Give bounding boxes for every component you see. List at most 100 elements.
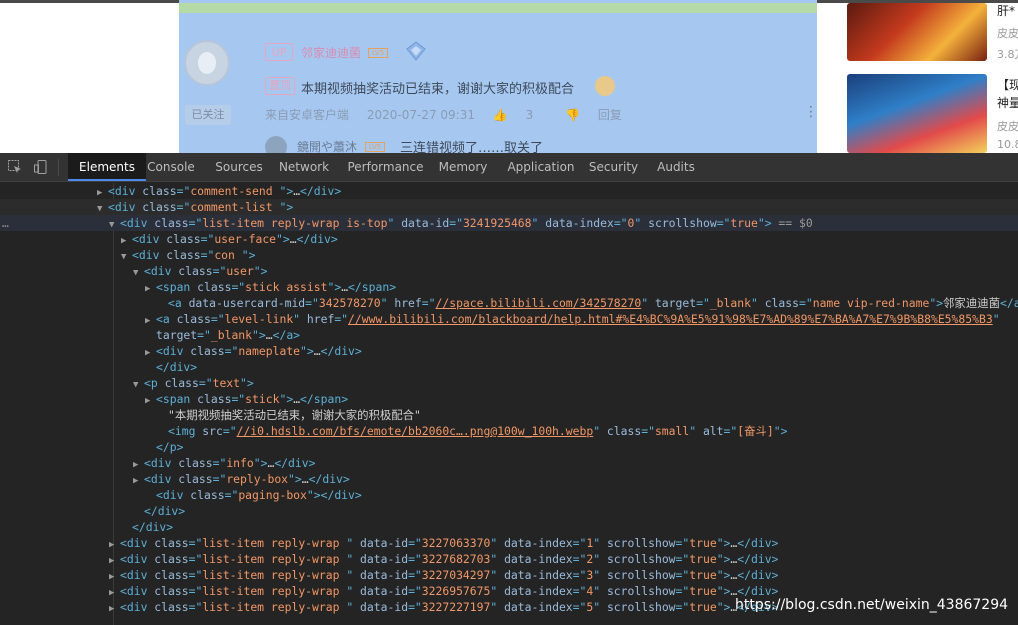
tab-audits[interactable]: Audits — [647, 153, 705, 181]
code-token: "> — [279, 200, 294, 214]
code-token: stick assist — [245, 280, 328, 294]
recommend-title[interactable]: 【现 — [997, 76, 1018, 93]
dom-node-line[interactable]: ▶ <div class="info">…</div> — [0, 455, 1018, 471]
code-token: _blank — [210, 328, 253, 342]
dom-node-line[interactable]: "本期视频抽奖活动已结束，谢谢大家的积极配合" — [0, 407, 1018, 423]
inspect-element-icon[interactable] — [7, 159, 23, 175]
code-token: <div — [108, 200, 143, 214]
code-token: _blank — [709, 296, 751, 310]
reply-username[interactable]: 鏡開や蕭沐 — [297, 138, 357, 153]
dom-node-line[interactable]: ▶ <div class="reply-box">…</div> — [0, 471, 1018, 487]
reply-avatar[interactable] — [265, 136, 287, 153]
code-token: " — [346, 568, 361, 582]
code-token[interactable]: //i0.hdslb.com/bfs/emote/bb2060c….png@10… — [237, 424, 594, 438]
tab-memory[interactable]: Memory — [432, 153, 494, 181]
code-token: =" — [188, 568, 203, 582]
code-token: list-item reply-wrap — [202, 536, 347, 550]
tab-console[interactable]: Console — [138, 153, 204, 181]
dom-node-line[interactable]: ▶ <span class="stick assist">…</span> — [0, 279, 1018, 295]
code-token: =" — [188, 584, 203, 598]
code-token: 邻家迪迪菌 — [943, 296, 1000, 310]
tab-application[interactable]: Application — [496, 153, 586, 181]
dom-node-selected[interactable]: … ▼ <div class="list-item reply-wrap is-to… — [0, 215, 1018, 231]
code-token: " — [593, 584, 607, 598]
code-token: "本期视频抽奖活动已结束，谢谢大家的积极配合" — [168, 408, 421, 422]
code-token: name vip-red-name — [812, 296, 930, 310]
more-options-icon[interactable]: ⋮ — [804, 104, 818, 120]
dom-node-line[interactable]: ▶ <div class="list-item reply-wrap " data… — [0, 535, 1018, 551]
tab-sources[interactable]: Sources — [206, 153, 272, 181]
code-token: data-id — [360, 552, 409, 566]
code-token: =" — [675, 568, 690, 582]
dom-node-line[interactable]: ▶ <div class="list-item reply-wrap " data… — [0, 567, 1018, 583]
dom-node-line[interactable]: </div> — [0, 519, 1018, 535]
code-token: =" — [210, 312, 225, 326]
username-link[interactable]: 邻家迪迪菌 — [301, 44, 361, 61]
follow-button[interactable]: 已关注 — [185, 105, 231, 125]
dom-node-line[interactable]: <div class="paging-box"></div> — [0, 487, 1018, 503]
dom-node-line[interactable]: <img src="//i0.hdslb.com/bfs/emote/bb206… — [0, 423, 1018, 439]
user-avatar[interactable] — [184, 40, 230, 86]
dom-node-line[interactable]: ▼ <div class="comment-list "> — [0, 199, 1018, 215]
code-token: scrollshow — [606, 536, 676, 550]
dom-node-line[interactable]: ▼ <p class="text"> — [0, 375, 1018, 391]
dom-node-line[interactable]: ▶ <div class="comment-send ">…</div> — [0, 183, 1018, 199]
dom-node-line[interactable]: ▶ <div class="nameplate">…</div> — [0, 343, 1018, 359]
dom-node-line[interactable]: </p> — [0, 439, 1018, 455]
dom-node-line[interactable]: </div> — [0, 503, 1018, 519]
dom-node-line[interactable]: ▶ <div class="list-item reply-wrap " data… — [0, 551, 1018, 567]
code-token: … — [313, 344, 321, 358]
code-token: "> — [288, 472, 302, 486]
code-token: " — [346, 536, 361, 550]
code-token: comment-list — [190, 200, 280, 214]
dom-node-line[interactable]: ▶ <div class="user-face">…</div> — [0, 231, 1018, 247]
like-button[interactable]: 👍 3 — [493, 108, 547, 122]
dom-node-line[interactable]: ▶ <a class="level-link" href="//www.bilib… — [0, 311, 1018, 327]
code-token: " — [293, 312, 307, 326]
code-token: </div> — [737, 584, 779, 598]
code-token: <span — [156, 392, 198, 406]
code-token: <div — [120, 584, 155, 598]
dom-node-line[interactable]: ▼ <div class="con "> — [0, 247, 1018, 263]
recommend-thumbnail[interactable] — [847, 3, 987, 61]
tab-performance[interactable]: Performance — [337, 153, 434, 181]
dislike-icon[interactable]: 👎 — [565, 108, 580, 122]
dom-node-line[interactable]: ▶ <span class="stick">…</span> — [0, 391, 1018, 407]
code-token: class — [176, 312, 211, 326]
comment-time: 2020-07-27 09:31 — [366, 108, 475, 122]
code-token: "> — [716, 552, 731, 566]
code-token: class — [154, 536, 189, 550]
tab-network[interactable]: Network — [271, 153, 337, 181]
level-badge[interactable]: LV5 — [368, 48, 388, 58]
code-token[interactable]: //space.bilibili.com/342578270 — [436, 296, 642, 310]
code-token: " — [593, 552, 607, 566]
tab-elements[interactable]: Elements — [68, 153, 146, 181]
reply-button[interactable]: 回复 — [598, 108, 622, 122]
code-token: "> — [253, 264, 268, 278]
dom-node-line[interactable]: ▼ <div class="user"> — [0, 263, 1018, 279]
node-actions-icon[interactable]: … — [2, 215, 9, 231]
recommend-thumbnail[interactable] — [847, 74, 987, 153]
tab-security[interactable]: Security — [582, 153, 645, 181]
dom-node-line[interactable]: </div> — [0, 359, 1018, 375]
device-toolbar-icon[interactable] — [33, 159, 49, 175]
expand-triangle-icon[interactable]: ▶ — [109, 601, 120, 617]
recommend-title[interactable]: 肝* — [997, 2, 1015, 19]
code-token: user-face — [214, 232, 277, 246]
dom-node-line[interactable]: target="_blank">…</a> — [0, 327, 1018, 343]
code-token: list-item reply-wrap — [202, 568, 347, 582]
recommend-uploader[interactable]: 皮皮 — [997, 25, 1018, 41]
code-token: … — [289, 232, 297, 246]
csdn-watermark: https://blog.csdn.net/weixin_43867294 — [735, 597, 1009, 613]
code-token[interactable]: //www.bilibili.com/blackboard/help.html#… — [348, 312, 993, 326]
code-token: class — [178, 456, 213, 470]
toolbar-separator — [58, 159, 59, 176]
code-token: list-item reply-wrap — [202, 600, 347, 614]
dom-node-line[interactable]: <a data-usercard-mid="342578270" href="/… — [0, 295, 1018, 311]
code-token: =" — [200, 232, 215, 246]
code-token: </a> — [272, 328, 301, 342]
code-token: "> — [327, 280, 342, 294]
code-token: scrollshow — [606, 552, 676, 566]
recommend-title-line2[interactable]: 神量 — [997, 94, 1018, 111]
recommend-uploader[interactable]: 皮皮 — [997, 118, 1018, 134]
